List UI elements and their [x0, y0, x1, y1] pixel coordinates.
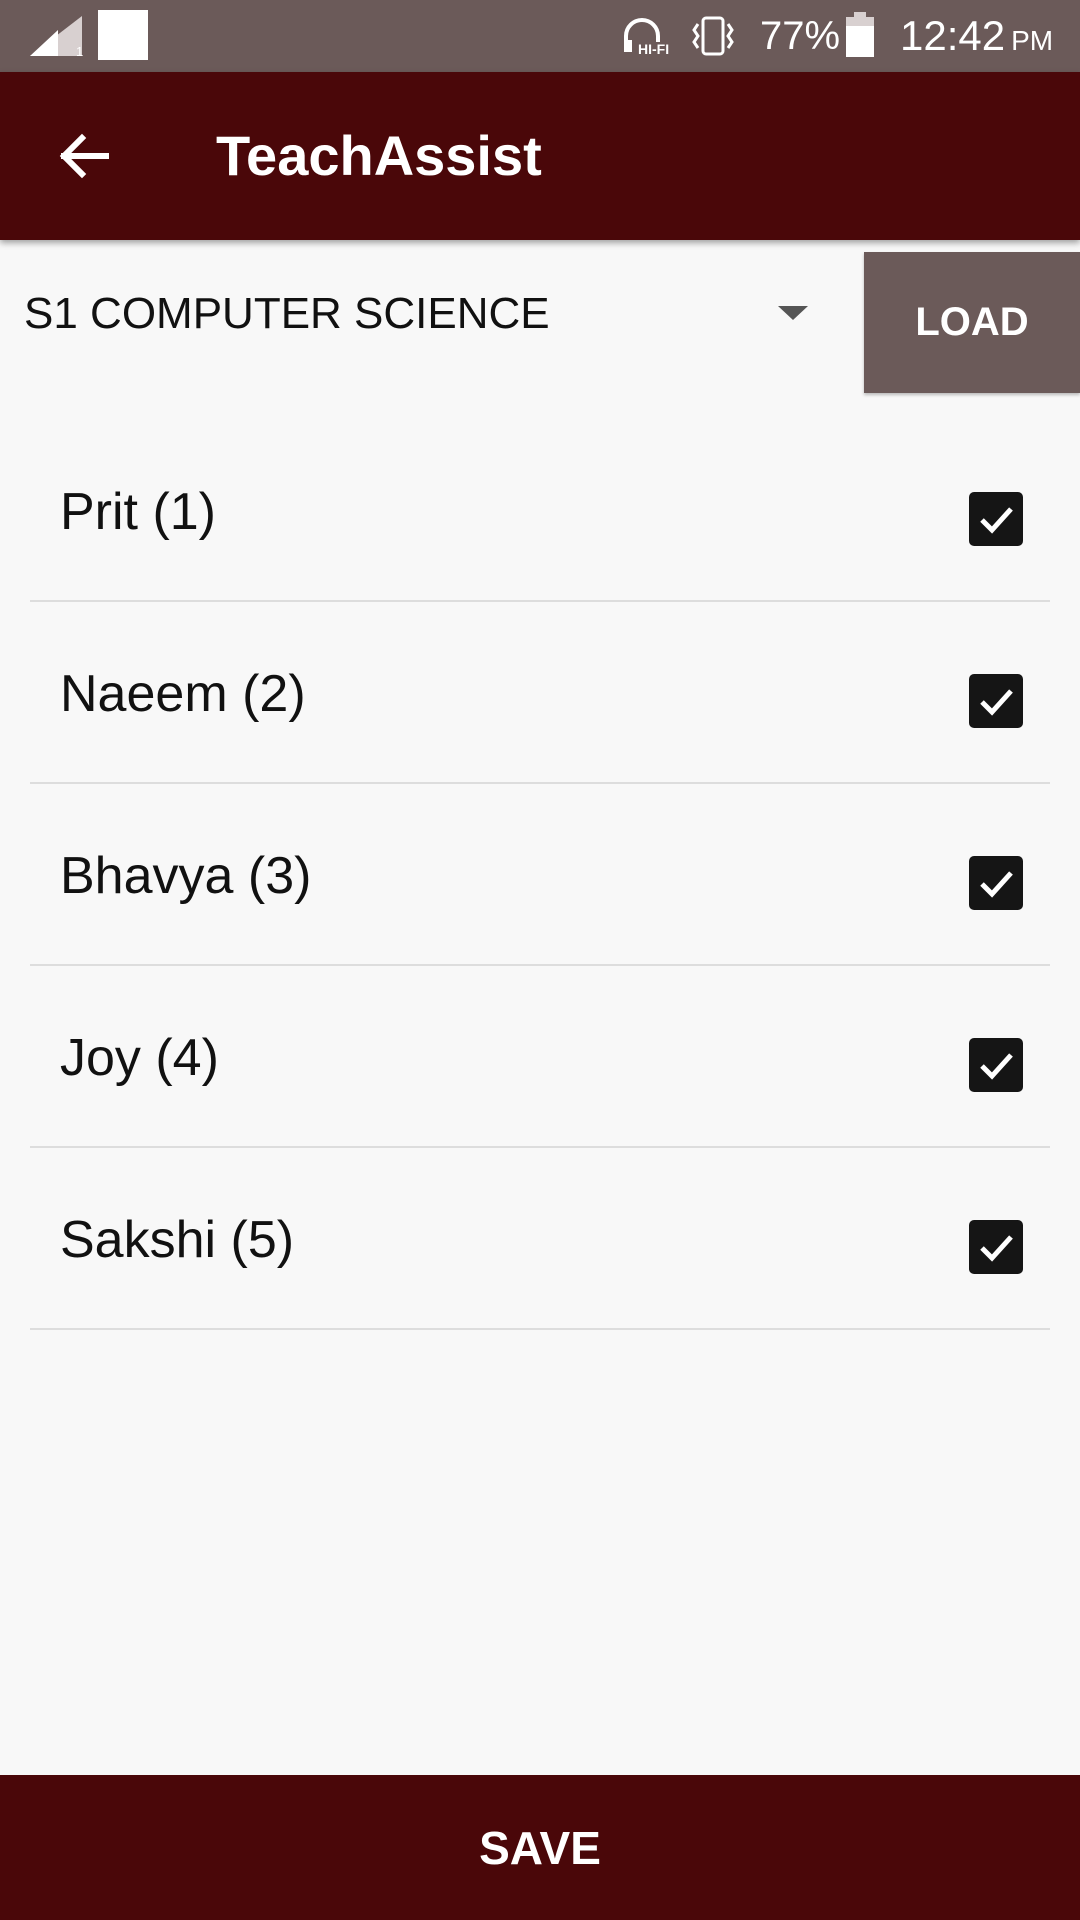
- checkmark-icon: [980, 507, 1013, 534]
- checkmark-icon: [980, 871, 1013, 898]
- checkmark-icon: [980, 1235, 1013, 1262]
- course-dropdown[interactable]: S1 COMPUTER SCIENCE: [0, 252, 840, 378]
- clock-time: 12:42: [900, 12, 1006, 59]
- student-name: Sakshi (5): [60, 1211, 295, 1269]
- vibrate-icon: [692, 16, 734, 56]
- attendance-checkbox[interactable]: [969, 856, 1023, 910]
- attendance-checkbox[interactable]: [969, 1038, 1023, 1092]
- course-dropdown-value: S1 COMPUTER SCIENCE: [24, 289, 550, 338]
- dropdown-arrow-icon: [778, 306, 808, 320]
- battery-percent: 77%: [760, 14, 841, 58]
- checkmark-icon: [980, 1053, 1013, 1080]
- sim-slot-label: 1: [76, 44, 84, 59]
- student-row[interactable]: Bhavya (3): [30, 784, 1050, 966]
- clock: 12:42 PM: [900, 12, 1053, 65]
- student-row[interactable]: Prit (1): [30, 420, 1050, 602]
- student-name: Prit (1): [60, 483, 216, 541]
- svg-text:HI-FI: HI-FI: [638, 41, 669, 56]
- app-title: TeachAssist: [216, 124, 542, 187]
- attendance-checkbox[interactable]: [969, 674, 1023, 728]
- back-button[interactable]: [44, 116, 124, 196]
- attendance-checkbox[interactable]: [969, 492, 1023, 546]
- battery-icon: [846, 12, 874, 57]
- hifi-headphones-icon: HI-FI: [624, 18, 669, 56]
- student-name: Joy (4): [60, 1029, 219, 1087]
- student-list: Prit (1) Naeem (2) Bhavya (3) Joy (4) Sakshi…: [30, 420, 1050, 1330]
- notification-icon: [98, 10, 148, 60]
- save-button[interactable]: SAVE: [0, 1775, 1080, 1920]
- student-name: Bhavya (3): [60, 847, 312, 905]
- arrow-left-icon: [59, 133, 109, 179]
- app-bar: TeachAssist: [0, 72, 1080, 240]
- student-row[interactable]: Joy (4): [30, 966, 1050, 1148]
- clock-ampm: PM: [1011, 25, 1054, 56]
- student-name: Naeem (2): [60, 665, 306, 723]
- student-row[interactable]: Naeem (2): [30, 602, 1050, 784]
- attendance-checkbox[interactable]: [969, 1220, 1023, 1274]
- load-button[interactable]: LOAD: [864, 252, 1080, 393]
- student-row[interactable]: Sakshi (5): [30, 1148, 1050, 1330]
- status-bar: 1 HI-FI 77% 12:42 PM: [0, 0, 1080, 72]
- checkmark-icon: [980, 689, 1013, 716]
